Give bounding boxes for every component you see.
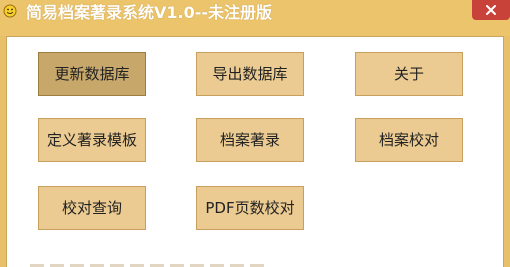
smiley-icon [3,3,17,18]
close-button[interactable] [472,0,510,20]
main-window: 简易档案著录系统V1.0--未注册版 更新数据库 导出数据库 关于 定义著录模板… [0,0,510,267]
define-template-button[interactable]: 定义著录模板 [38,118,146,162]
proofread-query-button[interactable]: 校对查询 [38,186,146,230]
update-database-button[interactable]: 更新数据库 [38,52,146,96]
window-title: 简易档案著录系统V1.0--未注册版 [26,3,273,22]
about-button[interactable]: 关于 [355,52,463,96]
archive-catalog-button[interactable]: 档案著录 [196,118,304,162]
archive-proofread-button[interactable]: 档案校对 [355,118,463,162]
title-bar[interactable]: 简易档案著录系统V1.0--未注册版 [0,0,510,36]
close-icon [486,5,496,15]
export-database-button[interactable]: 导出数据库 [196,52,304,96]
pdf-page-check-button[interactable]: PDF页数校对 [196,186,304,230]
